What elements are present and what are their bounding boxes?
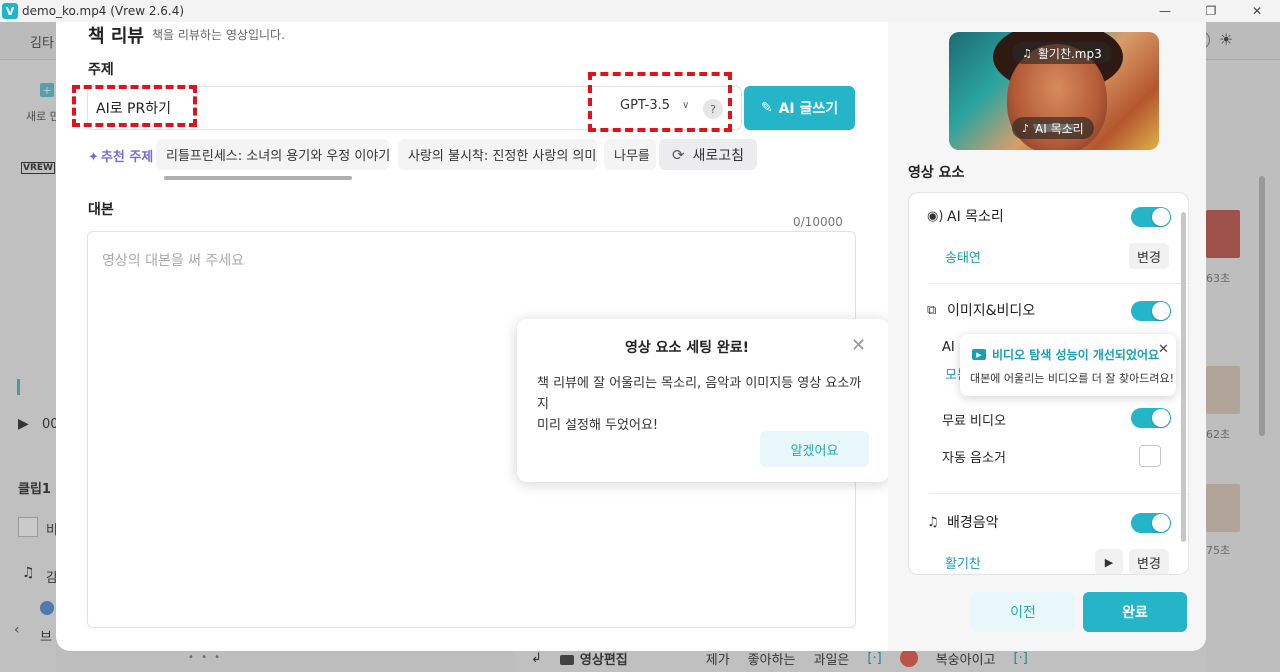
close-window-button[interactable]: ✕ [1234,0,1280,22]
free-video-label: 무료 비디오 [942,414,1006,429]
music-toggle[interactable] [1131,513,1171,533]
refresh-label: 새로고침 [692,147,745,164]
vrew-logo-icon: V [2,3,18,19]
sparkle-icon: ✦ [88,150,99,165]
popover-close-icon[interactable]: ✕ [851,335,866,356]
ai-write-label: AI 글쓰기 [778,101,839,117]
script-label: 대본 [88,202,114,218]
preview-voice-chip[interactable]: ♪ AI 목소리 [1012,117,1094,139]
voice-toggle[interactable] [1131,207,1171,227]
popover-body: 책 리뷰에 잘 어울리는 목소리, 음악과 이미지등 영상 요소까지 미리 설정… [537,376,862,433]
auto-mute-label: 자동 음소거 [942,451,1006,466]
window-title: demo_ko.mp4 (Vrew 2.6.4) [22,4,185,18]
preview-music-chip[interactable]: ♫ 활기찬.mp3 [1012,42,1112,64]
voice-section-title: ◉) AI 목소리 [927,208,1004,226]
restore-button[interactable]: ❐ [1188,0,1234,22]
minimize-button[interactable]: — [1142,0,1188,22]
refresh-topics-button[interactable]: ⟳ 새로고침 [659,139,757,170]
recommended-topics-label: ✦ 추천 주제 [88,150,154,165]
divider [929,493,1188,494]
modal-title: 책 리뷰 [88,26,144,47]
speaker-voice-icon: ◉) [927,208,944,224]
free-video-toggle[interactable] [1131,408,1171,428]
tooltip-close-icon[interactable]: ✕ [1158,342,1169,357]
music-change-button[interactable]: 변경 [1129,549,1169,574]
music-name[interactable]: 활기찬 [945,553,981,572]
tooltip-body: 대본에 어울리는 비디오를 더 잘 찾아드려요! [970,372,1175,385]
voice-change-button[interactable]: 변경 [1129,243,1169,269]
ai-write-button[interactable]: ✎ AI 글쓰기 [744,86,855,130]
music-note-icon: ♫ [1022,46,1032,60]
popover-title: 영상 요소 세팅 완료! [624,340,750,356]
music-section-title: ♫ 배경음악 [927,514,999,532]
voice-icon: ♪ [1022,121,1030,135]
settings-done-popover: 영상 요소 세팅 완료! ✕ 책 리뷰에 잘 어울리는 목소리, 음악과 이미지… [517,319,889,482]
magic-wand-icon: ✎ [760,100,773,116]
recommended-topic-chip[interactable]: 리틀프린세스: 소녀의 용기와 우정 이야기 [156,139,389,170]
video-search-tooltip: ▶ 비디오 탐색 성능이 개선되었어요 ✕ 대본에 어울리는 비디오를 더 잘 찾… [960,334,1176,396]
music-note-icon: ♫ [927,514,939,530]
done-button[interactable]: 완료 [1083,592,1187,632]
elements-scrollbar[interactable] [1181,212,1186,542]
play-icon[interactable]: ▶ [1095,549,1123,574]
popover-ok-button[interactable]: 알겠어요 [760,431,869,467]
window-controls: — ❐ ✕ [1142,0,1280,22]
modal-subtitle: 책을 리뷰하는 영상입니다. [152,28,285,42]
prev-button[interactable]: 이전 [971,592,1075,632]
tooltip-title: ▶ 비디오 탐색 성능이 개선되었어요 [972,346,1159,363]
script-placeholder: 영상의 대본을 써 주세요 [102,253,245,269]
media-toggle[interactable] [1131,301,1171,321]
media-section-title: ⧉ 이미지&비디오 [927,302,1036,320]
video-preview: ♫ 활기찬.mp3 ♪ AI 목소리 [949,32,1159,150]
divider [929,283,1188,284]
topic-highlight-box [72,85,197,127]
image-video-icon: ⧉ [927,302,937,318]
window-titlebar: V demo_ko.mp4 (Vrew 2.6.4) — ❐ ✕ [0,0,1280,22]
topic-label: 주제 [88,62,114,78]
voice-name[interactable]: 송태연 [945,247,981,266]
video-play-icon: ▶ [972,349,986,360]
topics-scrollbar[interactable] [164,176,352,180]
modal-left-pane: 책 리뷰 책을 리뷰하는 영상입니다. 주제 GPT-3.5 ∨ ? ✎ AI … [56,22,901,651]
recommended-topic-chip[interactable]: 나무를 [604,139,656,170]
elements-label: 영상 요소 [908,165,965,181]
auto-mute-checkbox[interactable] [1139,445,1161,467]
recommended-topic-chip[interactable]: 사랑의 불시착: 진정한 사랑의 의미 [398,139,597,170]
char-count: 0/10000 [793,215,843,229]
model-highlight-box [588,72,732,132]
refresh-icon: ⟳ [671,145,685,164]
